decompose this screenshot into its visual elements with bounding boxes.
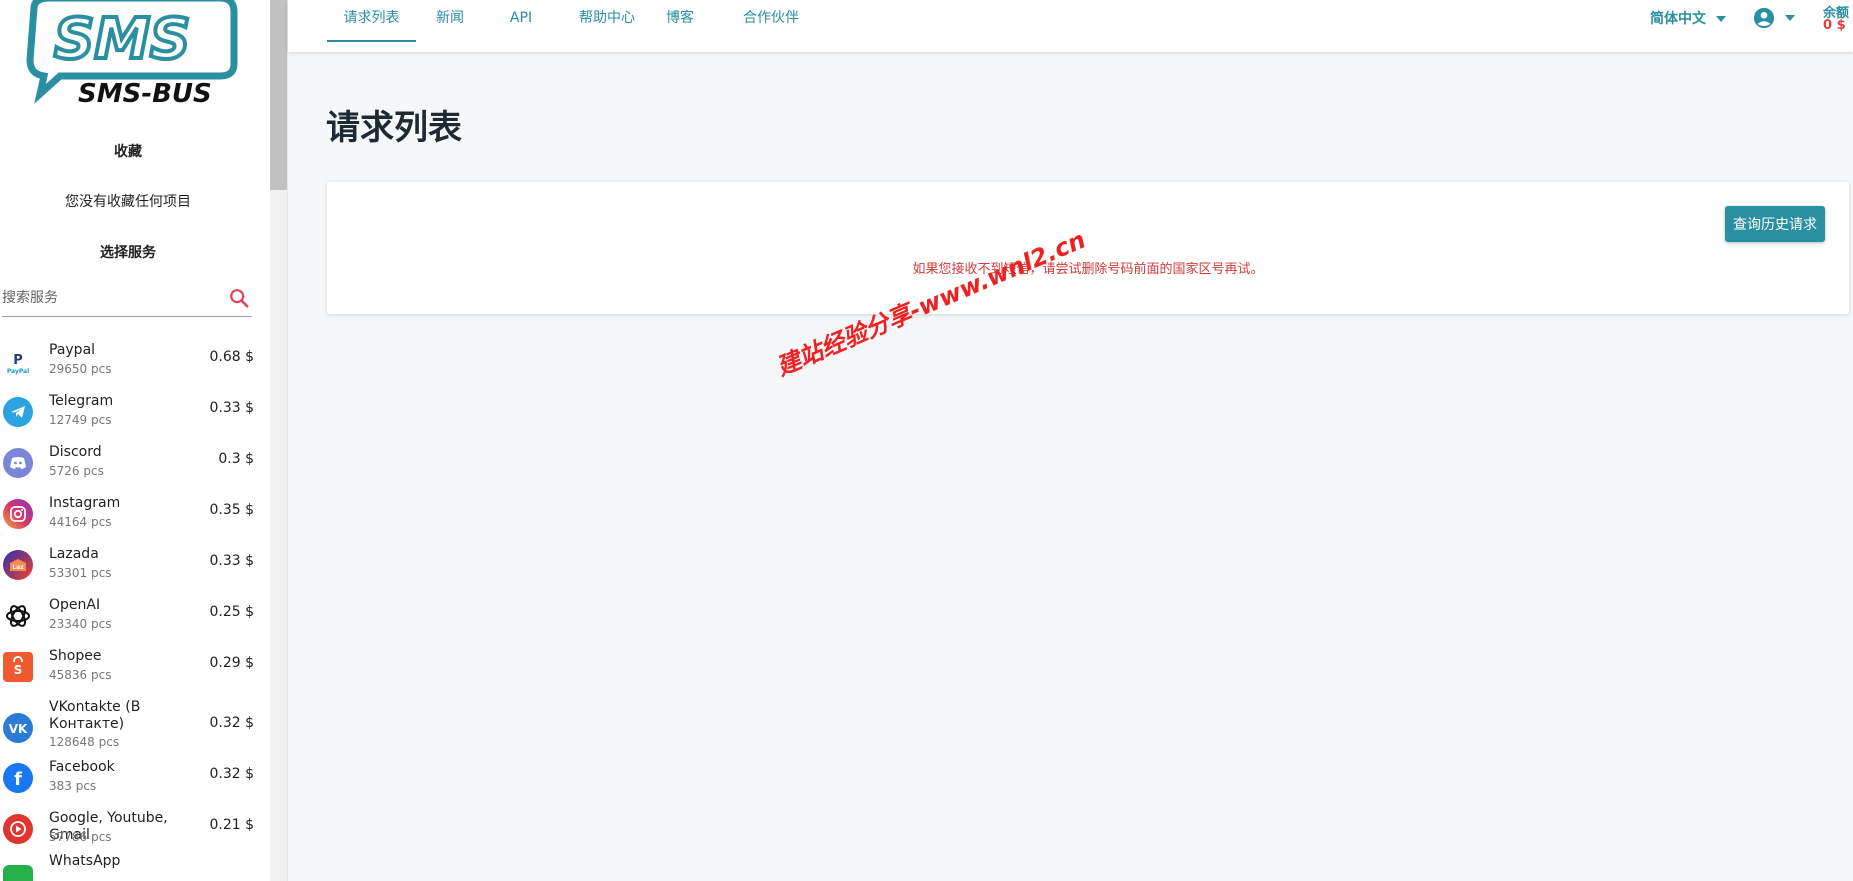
tab-news[interactable]: 新闻 — [422, 0, 478, 42]
service-item-paypal[interactable]: P PayPal Paypal 29650 pcs 0.68 $ — [0, 334, 256, 385]
search-input[interactable] — [2, 281, 212, 315]
page-title: 请求列表 — [326, 108, 462, 148]
service-count: 383 pcs — [49, 779, 97, 793]
service-name: Shopee — [49, 648, 102, 664]
svg-text:SMS: SMS — [54, 7, 190, 72]
service-price: 0.25 $ — [209, 604, 254, 620]
service-item-telegram[interactable]: Telegram 12749 pcs 0.33 $ — [0, 385, 256, 436]
language-label: 简体中文 — [1650, 11, 1706, 27]
instagram-icon — [3, 499, 33, 529]
telegram-icon — [3, 397, 33, 427]
service-count: 5726 pcs — [49, 464, 104, 478]
service-item-whatsapp[interactable]: WhatsApp — [0, 853, 256, 881]
service-count: 45836 pcs — [49, 668, 112, 682]
service-price: 0.33 $ — [209, 400, 254, 416]
query-history-button[interactable]: 查询历史请求 — [1725, 206, 1825, 242]
tab-help-center[interactable]: 帮助中心 — [571, 0, 643, 42]
services-title: 选择服务 — [100, 245, 156, 261]
service-name: Discord — [49, 444, 102, 460]
service-item-instagram[interactable]: Instagram 44164 pcs 0.35 $ — [0, 487, 256, 538]
sidebar-divider — [287, 0, 288, 881]
tab-request-list[interactable]: 请求列表 — [327, 0, 416, 42]
svg-text:P: P — [13, 353, 23, 368]
service-name: Lazada — [49, 546, 99, 562]
service-search — [2, 281, 252, 317]
service-price: 0.29 $ — [209, 655, 254, 671]
service-count: 23340 pcs — [49, 617, 112, 631]
top-navigation: 请求列表 新闻 API 帮助中心 博客 合作伙伴 简体中文 余额 0 $ — [288, 0, 1853, 52]
service-count: 53301 pcs — [49, 566, 112, 580]
whatsapp-icon — [3, 865, 33, 881]
service-name: Facebook — [49, 759, 115, 775]
service-price: 0.33 $ — [209, 553, 254, 569]
service-count: 128648 pcs — [49, 735, 120, 749]
service-price: 0.35 $ — [209, 502, 254, 518]
service-name: OpenAI — [49, 597, 101, 613]
service-count: 44164 pcs — [49, 515, 112, 529]
service-item-google[interactable]: Google, Youtube, Gmail 57786 pcs 0.21 $ — [0, 802, 256, 853]
service-list: P PayPal Paypal 29650 pcs 0.68 $ Telegram… — [0, 334, 256, 881]
service-price: 0.21 $ — [209, 817, 254, 833]
search-icon[interactable] — [228, 287, 250, 309]
openai-icon — [3, 601, 33, 631]
sms-bus-logo[interactable]: SMS SMS-BUS — [20, 0, 240, 112]
service-name: WhatsApp — [49, 853, 121, 869]
vk-icon: VK — [3, 713, 33, 743]
favorites-title: 收藏 — [114, 144, 142, 160]
sidebar-scrollbar[interactable] — [270, 0, 287, 881]
svg-text:f: f — [14, 769, 22, 788]
account-menu[interactable] — [1753, 7, 1795, 29]
service-item-shopee[interactable]: S Shopee 45836 pcs 0.29 $ — [0, 640, 256, 691]
svg-text:VK: VK — [9, 722, 28, 735]
service-item-discord[interactable]: Discord 5726 pcs 0.3 $ — [0, 436, 256, 487]
service-item-lazada[interactable]: Laz Lazada 53301 pcs 0.33 $ — [0, 538, 256, 589]
discord-icon — [3, 448, 33, 478]
sidebar-scrollbar-thumb[interactable] — [270, 0, 287, 190]
chevron-down-icon — [1716, 16, 1726, 22]
shopee-icon: S — [3, 652, 33, 682]
sms-hint-message: 如果您接收不到短信，请尝试删除号码前面的国家区号再试。 — [912, 262, 1264, 277]
service-count: 12749 pcs — [49, 413, 112, 427]
service-name: Telegram — [49, 393, 114, 409]
svg-text:PayPal: PayPal — [7, 368, 29, 375]
service-count: 29650 pcs — [49, 362, 112, 376]
service-name: Instagram — [49, 495, 121, 511]
service-price: 0.32 $ — [209, 715, 254, 731]
balance-value: 0 $ — [1823, 18, 1846, 33]
favorites-empty-message: 您没有收藏任何项目 — [65, 194, 191, 210]
sidebar: SMS SMS-BUS 收藏 您没有收藏任何项目 选择服务 PPayPal Pa… — [0, 0, 270, 881]
lazada-icon: Laz — [3, 550, 33, 580]
service-item-facebook[interactable]: f Facebook 383 pcs 0.32 $ — [0, 751, 256, 802]
service-item-openai[interactable]: OpenAI 23340 pcs 0.25 $ — [0, 589, 256, 640]
account-circle-icon — [1753, 7, 1775, 29]
tab-blog[interactable]: 博客 — [660, 0, 700, 42]
language-selector[interactable]: 简体中文 — [1650, 8, 1726, 28]
svg-text:S: S — [14, 663, 23, 677]
svg-text:SMS-BUS: SMS-BUS — [78, 79, 212, 109]
service-count: 57786 pcs — [49, 830, 112, 844]
service-price: 0.32 $ — [209, 766, 254, 782]
service-item-vkontakte[interactable]: VK VKontakte (В Контакте) 128648 pcs 0.3… — [0, 691, 256, 751]
facebook-icon: f — [3, 763, 33, 793]
service-name: VKontakte (В Контакте) — [49, 699, 141, 732]
service-name: Paypal — [49, 342, 96, 358]
service-price: 0.3 $ — [218, 451, 254, 467]
tab-partners[interactable]: 合作伙伴 — [735, 0, 807, 42]
chevron-down-icon — [1785, 15, 1795, 21]
service-price: 0.68 $ — [209, 349, 254, 365]
paypal-icon: P PayPal — [3, 346, 33, 376]
svg-text:Laz: Laz — [12, 564, 24, 571]
youtube-icon — [3, 814, 33, 844]
tab-api[interactable]: API — [498, 0, 544, 42]
